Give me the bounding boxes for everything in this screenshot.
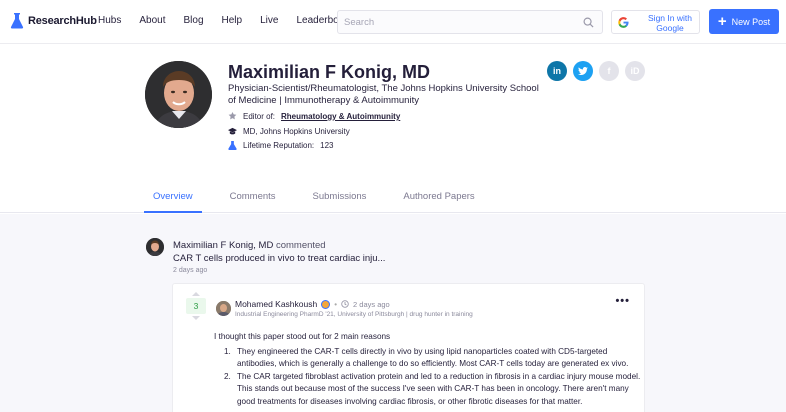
editor-row: Editor of: Rheumatology & Autoimmunity [228,112,400,121]
vote-widget: 3 [186,292,206,320]
vote-count: 3 [186,298,206,314]
flask-icon [10,13,24,29]
tab-comments[interactable]: Comments [221,191,285,213]
education-row: MD, Johns Hopkins University [228,127,350,136]
plus-icon: + [717,12,727,30]
activity-verb: commented [275,240,326,251]
comment-author[interactable]: Mohamed Kashkoush [235,299,317,309]
linkedin-icon[interactable]: in [547,61,567,81]
logo-text: ResearchHub [28,15,97,27]
editor-hub-link[interactable]: Rheumatology & Autoimmunity [281,112,400,121]
author-photo [216,301,231,316]
activity-paper-title[interactable]: CAR T cells produced in vivo to treat ca… [173,253,385,264]
activity-header: Maximilian F Konig, MD commented [173,240,326,251]
logo[interactable]: ResearchHub [10,13,97,29]
new-post-label: New Post [731,16,771,27]
flask-icon [228,141,237,150]
comment-points: 1. They engineered the CAR-T cells direct… [214,346,644,409]
clock-icon [341,300,349,308]
comment-body: I thought this paper stood out for 2 mai… [214,331,644,408]
nav-link-live[interactable]: Live [260,15,278,26]
author-badge-icon [321,299,331,309]
search-input[interactable] [344,15,574,30]
search-icon[interactable] [583,17,594,28]
comment-author-avatar[interactable] [216,301,231,316]
google-icon [618,17,629,28]
reputation-value: 123 [320,141,334,150]
editor-label: Editor of: [243,112,276,121]
more-options-icon[interactable]: ••• [615,295,630,307]
comment-intro: I thought this paper stood out for 2 mai… [214,332,391,341]
new-post-button[interactable]: + New Post [709,9,779,34]
nav-link-hubs[interactable]: Hubs [98,15,121,26]
profile-avatar [145,61,212,128]
tab-submissions[interactable]: Submissions [304,191,376,213]
avatar-photo [146,238,164,256]
profile-header: Maximilian F Konig, MD Physician-Scienti… [0,44,786,213]
list-item: 2. The CAR targeted fibroblast activation… [224,371,641,406]
comment-author-headline: Industrial Engineering PharmD '21, Unive… [235,311,473,318]
activity-feed: Maximilian F Konig, MD commented CAR T c… [0,214,786,412]
top-nav: ResearchHub Hubs About Blog Help Live Le… [0,0,786,44]
search-box [337,10,603,34]
list-item: 1. They engineered the CAR-T cells direct… [224,346,629,369]
tab-authored-papers[interactable]: Authored Papers [394,191,483,213]
nav-links: Hubs About Blog Help Live Leaderboard [98,15,371,26]
twitter-icon[interactable] [573,61,593,81]
upvote-icon[interactable] [192,292,200,296]
graduation-cap-icon [228,127,237,135]
activity-actor[interactable]: Maximilian F Konig, MD [173,240,273,251]
tab-overview[interactable]: Overview [144,191,202,213]
profile-headline: Physician-Scientist/Rheumatologist, The … [228,83,539,106]
separator-dot: • [334,299,338,309]
facebook-icon[interactable]: f [599,61,619,81]
downvote-icon[interactable] [192,316,200,320]
education-text: MD, Johns Hopkins University [243,127,350,136]
nav-link-about[interactable]: About [139,15,165,26]
nav-link-help[interactable]: Help [222,15,243,26]
reputation-row: Lifetime Reputation: 123 [228,141,334,150]
social-links: in f iD [547,61,645,81]
comment-time: 2 days ago [353,299,390,309]
google-signin-button[interactable]: Sign In with Google [611,10,700,34]
comment-card: 3 Mohamed Kashkoush • 2 days ago ••• Ind… [172,283,645,412]
profile-name: Maximilian F Konig, MD [228,62,431,82]
orcid-icon[interactable]: iD [625,61,645,81]
profile-photo [145,61,212,128]
comment-point-1: They engineered the CAR-T cells directly… [237,346,629,369]
activity-avatar[interactable] [146,238,164,256]
activity-time: 2 days ago [173,267,208,274]
reputation-label: Lifetime Reputation: [243,141,315,150]
comment-header: Mohamed Kashkoush • 2 days ago [235,299,390,309]
comment-point-2: The CAR targeted fibroblast activation p… [237,371,641,406]
profile-tabs: Overview Comments Submissions Authored P… [144,191,503,213]
nav-link-blog[interactable]: Blog [184,15,204,26]
google-signin-label: Sign In with Google [648,13,692,33]
editor-badge-icon [228,112,237,120]
